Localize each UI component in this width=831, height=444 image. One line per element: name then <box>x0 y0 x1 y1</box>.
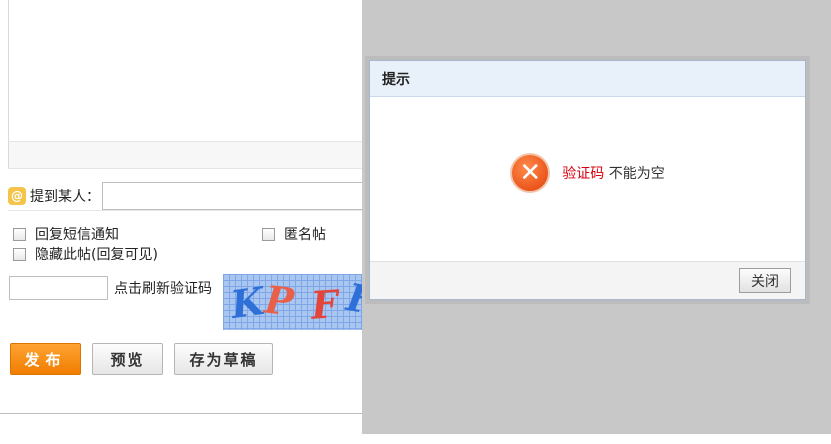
mention-row: @ 提到某人： <box>8 182 372 210</box>
captcha-input[interactable] <box>9 276 108 300</box>
captcha-refresh-link[interactable]: 点击刷新验证码 <box>114 278 212 298</box>
dialog-panel: 提示 ✕ 验证码 不能为空 关闭 <box>369 60 806 300</box>
captcha-image[interactable]: K P F F k <box>223 274 379 330</box>
hide-post-checkbox[interactable] <box>13 247 26 261</box>
captcha-char: P <box>262 276 296 325</box>
dialog-footer: 关闭 <box>370 261 805 299</box>
publish-button[interactable]: 发布 <box>10 343 81 375</box>
preview-button[interactable]: 预览 <box>92 343 163 375</box>
mention-input[interactable] <box>102 182 372 210</box>
error-message-text: 不能为空 <box>604 165 665 182</box>
close-button[interactable]: 关闭 <box>739 268 791 293</box>
sms-notify-label: 回复短信通知 <box>35 227 119 243</box>
dialog-title: 提示 <box>370 61 805 97</box>
at-sign-icon: @ <box>8 187 26 205</box>
divider <box>8 210 368 211</box>
mention-label: 提到某人： <box>30 189 100 205</box>
option-anonymous[interactable]: 匿名帖 <box>262 224 326 244</box>
captcha-char: K <box>228 277 268 328</box>
anonymous-label: 匿名帖 <box>284 227 326 243</box>
hide-post-label: 隐藏此帖(回复可见) <box>35 247 158 263</box>
error-message: 验证码 不能为空 <box>562 163 664 183</box>
sms-notify-checkbox[interactable] <box>13 227 26 241</box>
save-draft-button[interactable]: 存为草稿 <box>174 343 273 375</box>
error-x-icon: ✕ <box>510 152 551 193</box>
anonymous-checkbox[interactable] <box>262 227 275 241</box>
captcha-char: F <box>309 281 340 328</box>
dialog-body: ✕ 验证码 不能为空 <box>370 97 805 262</box>
error-field-name: 验证码 <box>562 165 605 182</box>
option-sms-notify[interactable]: 回复短信通知 <box>13 224 119 244</box>
option-hide-post[interactable]: 隐藏此帖(回复可见) <box>13 244 158 264</box>
alert-dialog: 提示 ✕ 验证码 不能为空 关闭 <box>365 56 810 304</box>
page: @ 提到某人： 回复短信通知 匿名帖 隐藏此帖(回复可见) 点击刷新验证码 K … <box>0 0 831 444</box>
